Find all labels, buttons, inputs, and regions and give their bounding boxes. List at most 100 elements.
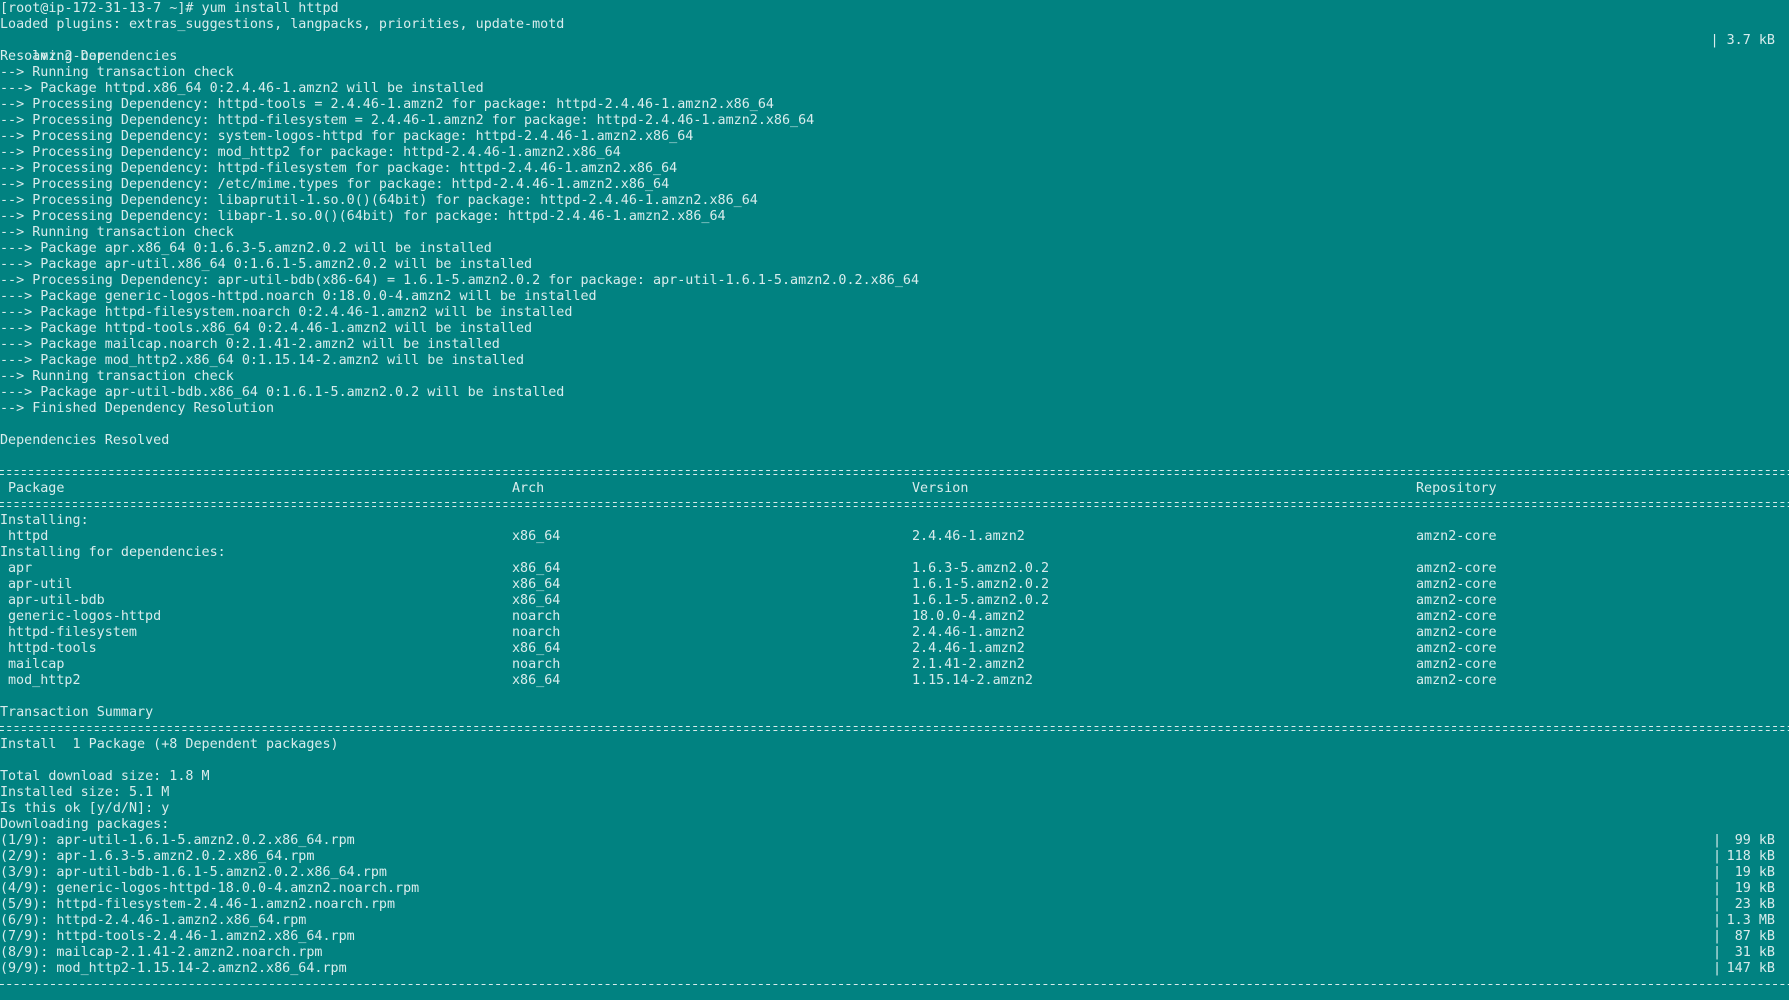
cell-version: 1.6.3-5.amzn2.0.2 (912, 561, 1050, 576)
summary-rule (0, 721, 1789, 737)
download-row: (3/9): apr-util-bdb-1.6.1-5.amzn2.0.2.x8… (0, 865, 1789, 881)
download-row: (7/9): httpd-tools-2.4.46-1.amzn2.x86_64… (0, 929, 1789, 945)
cell-arch: x86_64 (512, 673, 561, 688)
log-line: --> Processing Dependency: libaprutil-1.… (0, 193, 758, 208)
cell-repository: amzn2-core (1416, 609, 1497, 624)
download-file-name: (9/9): mod_http2-1.15.14-2.amzn2.x86_64.… (0, 961, 347, 976)
log-line: --> Running transaction check (0, 65, 234, 80)
cell-package: httpd (8, 529, 49, 544)
header-repository: Repository (1416, 481, 1497, 496)
cell-repository: amzn2-core (1416, 625, 1497, 640)
log-line: --> Running transaction check (0, 369, 234, 384)
downloading-label: Downloading packages: (0, 817, 170, 832)
table-row: apr-util x86_64 1.6.1-5.amzn2.0.2 amzn2-cor… (0, 577, 1789, 593)
transaction-summary-label: Transaction Summary (0, 705, 154, 720)
download-size: 99 kB (1734, 833, 1775, 848)
table-row: generic-logos-httpd noarch 18.0.0-4.amzn2 a… (0, 609, 1789, 625)
install-count-line: Install 1 Package (+8 Dependent packages… (0, 737, 339, 752)
cell-package: httpd-tools (8, 641, 97, 656)
log-line: --> Processing Dependency: apr-util-bdb(… (0, 273, 920, 288)
download-file-name: (7/9): httpd-tools-2.4.46-1.amzn2.x86_64… (0, 929, 355, 944)
log-line: --> Finished Dependency Resolution (0, 401, 275, 416)
cell-repository: amzn2-core (1416, 657, 1497, 672)
download-file-name: (1/9): apr-util-1.6.1-5.amzn2.0.2.x86_64… (0, 833, 355, 848)
log-line: --> Processing Dependency: system-logos-… (0, 129, 694, 144)
terminal-window[interactable]: [root@ip-172-31-13-7 ~]# yum install htt… (0, 0, 1789, 1000)
log-line: ---> Package mod_http2.x86_64 0:1.15.14-… (0, 353, 525, 368)
download-bottom-rule (0, 977, 1789, 993)
log-line: ---> Package mailcap.noarch 0:2.1.41-2.a… (0, 337, 500, 352)
cell-version: 18.0.0-4.amzn2 (912, 609, 1025, 624)
cell-repository: amzn2-core (1416, 529, 1497, 544)
cell-repository: amzn2-core (1416, 561, 1497, 576)
cell-package: mailcap (8, 657, 65, 672)
dependency-rows: apr x86_64 1.6.3-5.amzn2.0.2 amzn2-core apr-… (0, 561, 1789, 689)
progress-separator: | (1713, 929, 1722, 944)
log-line: --> Processing Dependency: /etc/mime.typ… (0, 177, 670, 192)
progress-separator: | (1713, 865, 1722, 880)
download-size: 23 kB (1734, 897, 1775, 912)
cell-repository: amzn2-core (1416, 641, 1497, 656)
plugins-line: Loaded plugins: extras_suggestions, lang… (0, 17, 565, 32)
progress-separator: | (1713, 961, 1722, 976)
download-file-name: (4/9): generic-logos-httpd-18.0.0-4.amzn… (0, 881, 420, 896)
download-row: (9/9): mod_http2-1.15.14-2.amzn2.x86_64.… (0, 961, 1789, 977)
cell-version: 2.4.46-1.amzn2 (912, 625, 1025, 640)
cell-package: apr-util (8, 577, 73, 592)
log-line: --> Processing Dependency: mod_http2 for… (0, 145, 621, 160)
table-row: mod_http2 x86_64 1.15.14-2.amzn2 amzn2-core (0, 673, 1789, 689)
cell-repository: amzn2-core (1416, 577, 1497, 592)
download-file-name: (8/9): mailcap-2.1.41-2.amzn2.noarch.rpm (0, 945, 323, 960)
download-row: (2/9): apr-1.6.3-5.amzn2.0.2.x86_64.rpm |… (0, 849, 1789, 865)
download-size: 19 kB (1734, 881, 1775, 896)
download-size: 1.3 MB (1726, 913, 1775, 928)
cell-version: 1.15.14-2.amzn2 (912, 673, 1033, 688)
cell-arch: noarch (512, 609, 561, 624)
download-size: 19 kB (1734, 865, 1775, 880)
progress-separator: | (1713, 945, 1722, 960)
cell-version: 1.6.1-5.amzn2.0.2 (912, 577, 1050, 592)
download-size: 147 kB (1726, 961, 1775, 976)
log-line: ---> Package apr-util-bdb.x86_64 0:1.6.1… (0, 385, 565, 400)
log-line: --> Processing Dependency: httpd-filesys… (0, 161, 678, 176)
download-row: (6/9): httpd-2.4.46-1.amzn2.x86_64.rpm | 1… (0, 913, 1789, 929)
table-row: httpd x86_64 2.4.46-1.amzn2 amzn2-core (0, 529, 1789, 545)
header-package: Package (8, 481, 65, 496)
dependencies-label: Installing for dependencies: (0, 545, 226, 560)
progress-separator: | (1713, 913, 1722, 928)
cell-repository: amzn2-core (1416, 593, 1497, 608)
cell-version: 2.1.41-2.amzn2 (912, 657, 1025, 672)
download-row: (1/9): apr-util-1.6.1-5.amzn2.0.2.x86_64… (0, 833, 1789, 849)
download-file-name: (5/9): httpd-filesystem-2.4.46-1.amzn2.n… (0, 897, 396, 912)
table-row: apr x86_64 1.6.3-5.amzn2.0.2 amzn2-core (0, 561, 1789, 577)
log-line: ---> Package httpd.x86_64 0:2.4.46-1.amz… (0, 81, 484, 96)
cell-version: 2.4.46-1.amzn2 (912, 641, 1025, 656)
dependency-resolution-log: Resolving Dependencies --> Running transa… (0, 49, 1789, 417)
cell-package: httpd-filesystem (8, 625, 137, 640)
cell-version: 2.4.46-1.amzn2 (912, 529, 1025, 544)
cell-version: 1.6.1-5.amzn2.0.2 (912, 593, 1050, 608)
log-line: --> Running transaction check (0, 225, 234, 240)
table-row: httpd-filesystem noarch 2.4.46-1.amzn2 amzn… (0, 625, 1789, 641)
log-line: ---> Package httpd-filesystem.noarch 0:2… (0, 305, 573, 320)
progress-separator: | (1713, 897, 1722, 912)
cell-arch: x86_64 (512, 577, 561, 592)
dependencies-resolved-line: Dependencies Resolved (0, 433, 170, 448)
download-rows: (1/9): apr-util-1.6.1-5.amzn2.0.2.x86_64… (0, 833, 1789, 977)
download-size: 31 kB (1734, 945, 1775, 960)
installed-size: Installed size: 5.1 M (0, 785, 170, 800)
log-line: ---> Package apr-util.x86_64 0:1.6.1-5.a… (0, 257, 533, 272)
download-file-name: (3/9): apr-util-bdb-1.6.1-5.amzn2.0.2.x8… (0, 865, 387, 880)
cell-arch: x86_64 (512, 561, 561, 576)
repo-metadata-line: amzn2-core | 3.7 kB (0, 33, 1789, 64)
log-line: ---> Package generic-logos-httpd.noarch … (0, 289, 597, 304)
cell-package: mod_http2 (8, 673, 81, 688)
progress-separator: | (1713, 833, 1722, 848)
table-row: httpd-tools x86_64 2.4.46-1.amzn2 amzn2-cor… (0, 641, 1789, 657)
download-row: (4/9): generic-logos-httpd-18.0.0-4.amzn… (0, 881, 1789, 897)
progress-separator: | (1713, 881, 1722, 896)
